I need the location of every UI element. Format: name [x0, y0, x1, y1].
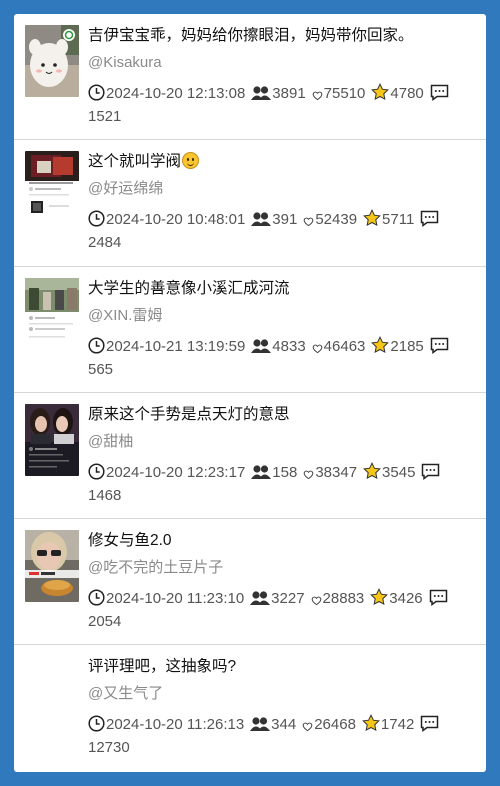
smile-emoji-icon: [182, 152, 200, 170]
post-stats: 2024-10-20 11:26:13 344 26468 1742 12730: [88, 713, 476, 759]
post-plays: 158: [272, 463, 298, 481]
post-stats: 2024-10-20 11:23:10 3227 28883 3426 2054: [88, 587, 476, 633]
post-stars: 3426: [389, 590, 423, 608]
clock-icon: [88, 210, 105, 227]
post-feed: 吉伊宝宝乖，妈妈给你擦眼泪，妈妈带你回家。 @Kisakura 2024-10-…: [14, 14, 486, 772]
post-title[interactable]: 原来这个手势是点天灯的意思: [88, 403, 476, 427]
post-comments: 2484: [88, 234, 122, 252]
post-author[interactable]: @又生气了: [88, 683, 476, 705]
clock-icon: [88, 84, 105, 101]
post-title[interactable]: 大学生的善意像小溪汇成河流: [88, 277, 476, 301]
post-likes: 26468: [314, 716, 356, 734]
comment-icon[interactable]: [430, 84, 449, 101]
star-icon[interactable]: [362, 714, 380, 732]
post-time: 2024-10-21 13:19:59: [106, 337, 246, 355]
post-thumbnail[interactable]: [25, 403, 79, 476]
post-time: 2024-10-20 11:23:10: [106, 590, 245, 608]
viewers-icon: [250, 716, 271, 732]
comment-icon[interactable]: [420, 210, 439, 228]
post-stars: 2185: [390, 337, 424, 355]
post-likes: 46463: [323, 337, 366, 355]
post-likes: 28883: [322, 590, 365, 608]
post-card[interactable]: 评评理吧，这抽象吗? @又生气了 2024-10-20 11:26:13 344 2…: [14, 645, 486, 771]
post-card[interactable]: 这个就叫学阀 @好运绵绵 2024-10-20 10:48:01 391 52439…: [14, 140, 486, 267]
post-card[interactable]: 原来这个手势是点天灯的意思 @甜柚 2024-10-20 12:23:17 158…: [14, 393, 486, 520]
post-thumbnail[interactable]: [25, 25, 79, 97]
campus-photo-image: [25, 277, 79, 350]
post-time: 2024-10-20 12:23:17: [106, 463, 246, 481]
viewers-icon: [250, 590, 271, 606]
post-likes: 52439: [315, 211, 358, 229]
clock-icon: [88, 715, 105, 733]
post-author[interactable]: @甜柚: [88, 431, 476, 453]
heart-icon[interactable]: [302, 721, 313, 732]
comment-icon[interactable]: [429, 589, 448, 607]
post-time: 2024-10-20 11:26:13: [106, 716, 245, 734]
post-comments: 1468: [88, 486, 122, 504]
star-icon[interactable]: [370, 588, 389, 606]
woman-with-food-image: [25, 530, 79, 603]
post-title[interactable]: 评评理吧，这抽象吗?: [88, 655, 476, 679]
post-card[interactable]: 吉伊宝宝乖，妈妈给你擦眼泪，妈妈带你回家。 @Kisakura 2024-10-…: [14, 14, 486, 141]
post-stats: 2024-10-20 12:23:17 158 38347 3545 1468: [88, 461, 476, 507]
post-stats: 2024-10-20 12:13:08 3891 75510 4780 1521: [88, 82, 476, 128]
star-icon[interactable]: [363, 461, 381, 480]
star-icon[interactable]: [363, 209, 381, 227]
post-plays: 3891: [272, 85, 306, 102]
post-title[interactable]: 修女与鱼2.0: [88, 529, 476, 553]
comment-icon[interactable]: [430, 337, 449, 354]
comment-icon[interactable]: [421, 463, 440, 480]
post-author[interactable]: @吃不完的土豆片子: [88, 557, 476, 579]
post-thumbnail[interactable]: [25, 277, 79, 350]
post-time: 2024-10-20 10:48:01: [106, 211, 246, 229]
post-stats: 2024-10-21 13:19:59 4833 46463 2185 565: [88, 335, 476, 381]
post-thumbnail[interactable]: [25, 151, 79, 224]
post-comments: 1521: [88, 108, 122, 125]
post-author[interactable]: @Kisakura: [88, 52, 476, 74]
post-title[interactable]: 这个就叫学阀: [88, 150, 476, 174]
post-stars: 5711: [382, 211, 415, 229]
post-plays: 3227: [271, 590, 305, 608]
clock-icon: [88, 337, 105, 354]
post-plays: 344: [271, 716, 297, 734]
post-thumbnail[interactable]: [25, 530, 79, 603]
post-card[interactable]: 修女与鱼2.0 @吃不完的土豆片子 2024-10-20 11:23:10 322…: [14, 519, 486, 646]
viewers-icon: [251, 338, 272, 354]
star-icon[interactable]: [371, 83, 390, 101]
comment-icon[interactable]: [420, 715, 439, 733]
post-time: 2024-10-20 12:13:08: [106, 85, 246, 102]
clock-icon: [88, 589, 105, 606]
heart-icon[interactable]: [312, 343, 323, 354]
post-stars: 4780: [390, 85, 424, 102]
post-comments: 2054: [88, 613, 122, 631]
post-stats: 2024-10-20 10:48:01 391 52439 5711 2484: [88, 208, 476, 254]
two-girls-image: [25, 403, 79, 476]
heart-icon[interactable]: [303, 216, 314, 227]
viewers-icon: [251, 464, 272, 480]
heart-icon[interactable]: [312, 90, 323, 101]
post-plays: 391: [272, 211, 298, 229]
post-author[interactable]: @XIN.雷姆: [88, 305, 476, 327]
star-icon[interactable]: [371, 335, 390, 354]
post-stars: 1742: [380, 716, 415, 734]
post-comments: 12730: [88, 739, 130, 757]
clock-icon: [88, 463, 105, 480]
post-title[interactable]: 吉伊宝宝乖，妈妈给你擦眼泪，妈妈带你回家。: [88, 24, 476, 48]
chiikawa-plush-image: [25, 25, 79, 97]
post-likes: 38347: [315, 463, 358, 481]
post-likes: 75510: [323, 85, 366, 102]
heart-icon[interactable]: [311, 595, 322, 606]
viewers-icon: [251, 211, 272, 227]
post-author[interactable]: @好运绵绵: [88, 178, 476, 200]
post-stars: 3545: [382, 463, 416, 481]
post-plays: 4833: [272, 337, 306, 355]
post-comments: 565: [88, 360, 114, 378]
chat-screenshot-image: [25, 151, 79, 224]
viewers-icon: [251, 85, 272, 101]
heart-icon[interactable]: [303, 469, 314, 480]
post-card[interactable]: 大学生的善意像小溪汇成河流 @XIN.雷姆 2024-10-21 13:19:5…: [14, 267, 486, 393]
